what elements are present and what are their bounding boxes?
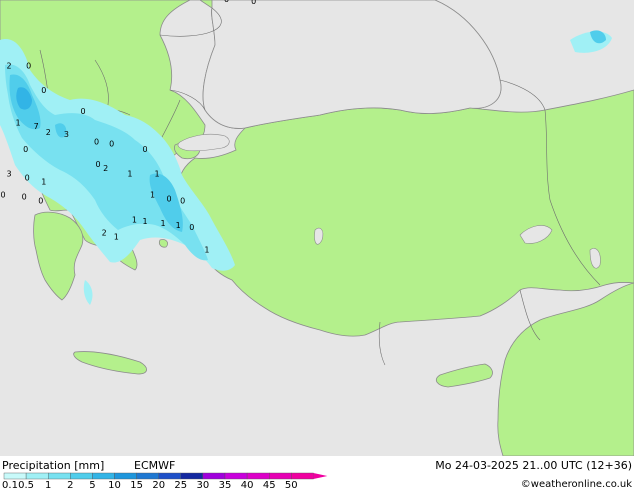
- scale-tick-label: 20: [152, 480, 165, 490]
- legend-bar: Precipitation [mm] ECMWF Mo 24-03-2025 2…: [0, 456, 634, 490]
- point-value: 0: [142, 145, 147, 154]
- scale-tick-label: 50: [285, 480, 298, 490]
- color-swatch: [269, 472, 292, 480]
- point-value: 0: [224, 0, 229, 4]
- color-swatch: [70, 472, 93, 480]
- point-value: 0: [26, 61, 31, 70]
- point-value: 0: [23, 145, 28, 154]
- color-swatch: [158, 472, 181, 480]
- color-swatch: [224, 472, 248, 480]
- point-value: 1: [132, 215, 137, 224]
- point-value: 1: [114, 232, 119, 241]
- color-swatch: [3, 472, 27, 480]
- valid-time: Mo 24-03-2025 21..00 UTC (12+36): [435, 459, 632, 472]
- legend-model: ECMWF: [134, 459, 175, 472]
- scale-tick-label: 15: [130, 480, 143, 490]
- point-value: 0: [94, 137, 99, 146]
- scale-tick-label: 1: [45, 480, 51, 490]
- point-value: 0: [25, 174, 30, 183]
- scale-tick-label: 30: [197, 480, 210, 490]
- point-value: 0: [109, 139, 114, 148]
- point-value: 3: [7, 170, 12, 179]
- scale-tick-label: 25: [174, 480, 187, 490]
- scale-tick-label: 2: [67, 480, 73, 490]
- point-value: 1: [41, 177, 46, 186]
- point-value: 3: [64, 130, 69, 139]
- scale-tick-label: 10: [108, 480, 121, 490]
- point-value: 1: [161, 219, 166, 228]
- point-value: 1: [127, 170, 132, 179]
- point-value: 2: [103, 164, 108, 173]
- point-value: 2: [102, 229, 107, 238]
- point-value: 1: [176, 221, 181, 230]
- point-value: 1: [16, 118, 21, 127]
- scale-tick-label: 0.5: [18, 480, 34, 490]
- credit-text: ©weatheronline.co.uk: [521, 479, 632, 490]
- color-swatch: [114, 472, 137, 480]
- scale-arrow: [313, 473, 328, 479]
- point-value: 0: [38, 196, 43, 205]
- precipitation-map: 20001723000002113010001001111021100: [0, 0, 634, 456]
- color-swatch: [202, 472, 226, 480]
- black-sea: [202, 0, 502, 129]
- point-value: 0: [180, 196, 185, 205]
- point-value: 0: [167, 194, 172, 203]
- point-value: 1: [150, 191, 155, 200]
- color-scale-ticks: 0.1 0.5 1 2 5 10 15 20 25 30 35 40 45 50: [2, 480, 298, 490]
- color-swatch: [92, 472, 115, 480]
- scale-tick-label: 0.1: [2, 480, 18, 490]
- color-swatch: [25, 472, 49, 480]
- color-swatch: [246, 472, 270, 480]
- point-value: 0: [80, 107, 85, 116]
- legend-title: Precipitation [mm]: [2, 459, 104, 472]
- scale-tick-label: 35: [219, 480, 232, 490]
- point-value: 0: [41, 86, 46, 95]
- point-value: 0: [189, 223, 194, 232]
- color-swatch: [48, 472, 71, 480]
- point-value: 2: [7, 61, 12, 70]
- point-value: 1: [142, 217, 147, 226]
- point-value: 0: [0, 191, 5, 200]
- scale-tick-label: 45: [263, 480, 276, 490]
- color-swatch: [180, 472, 204, 480]
- point-value: 0: [22, 193, 27, 202]
- scale-tick-label: 5: [89, 480, 95, 490]
- point-value: 0: [96, 160, 101, 169]
- scale-tick-label: 40: [241, 480, 254, 490]
- color-scale: [3, 472, 328, 480]
- point-value: 2: [46, 128, 51, 137]
- point-value: 7: [34, 122, 39, 131]
- point-value: 1: [204, 246, 209, 255]
- color-swatch: [291, 472, 314, 480]
- point-value: 0: [251, 0, 256, 6]
- land-island-b: [158, 239, 168, 248]
- color-swatch: [136, 472, 159, 480]
- point-value: 1: [154, 170, 159, 179]
